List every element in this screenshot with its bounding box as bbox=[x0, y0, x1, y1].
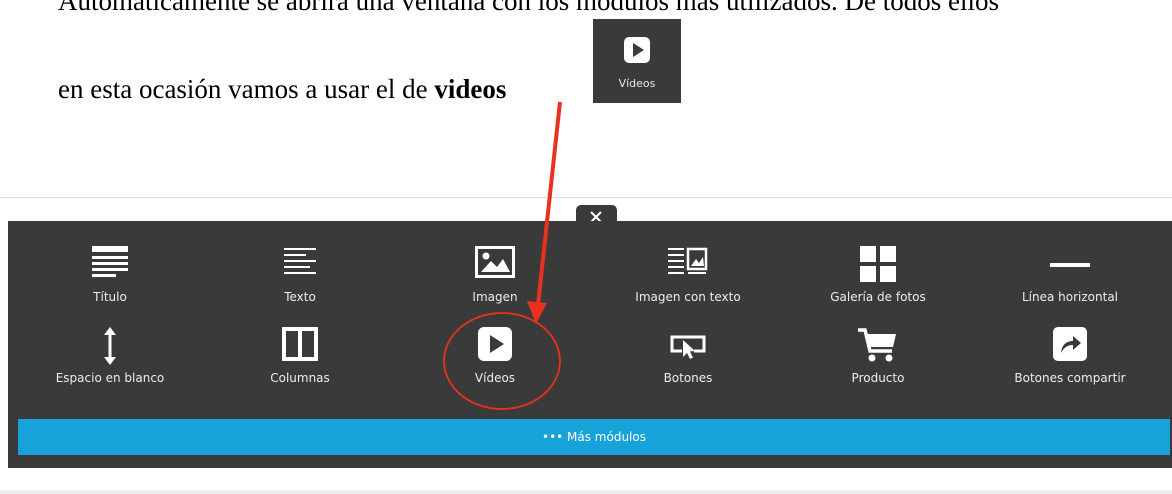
module-videos[interactable]: Vídeos bbox=[415, 327, 575, 387]
share-icon bbox=[1053, 327, 1087, 361]
module-columnas[interactable]: Columnas bbox=[220, 327, 380, 387]
document-text: en esta ocasión vamos a usar el de bbox=[58, 74, 435, 104]
columns-icon bbox=[282, 327, 318, 361]
title-icon bbox=[92, 246, 128, 277]
gallery-icon bbox=[860, 246, 896, 282]
document-text-line-2: en esta ocasión vamos a usar el de video… bbox=[58, 74, 506, 105]
text-icon bbox=[284, 248, 316, 274]
module-texto[interactable]: Texto bbox=[220, 246, 380, 306]
module-espacio-en-blanco[interactable]: Espacio en blanco bbox=[30, 327, 190, 387]
image-with-text-icon bbox=[668, 247, 708, 274]
vertical-space-icon bbox=[104, 327, 116, 365]
module-linea-horizontal[interactable]: Línea horizontal bbox=[990, 246, 1150, 306]
module-label: Texto bbox=[284, 290, 316, 304]
module-label: Botones bbox=[663, 371, 713, 385]
module-botones[interactable]: Botones bbox=[608, 327, 768, 387]
videos-tile-image: Vídeos bbox=[593, 19, 681, 103]
module-label: Galería de fotos bbox=[830, 290, 926, 304]
module-imagen-con-texto[interactable]: Imagen con texto bbox=[608, 246, 768, 306]
module-label: Vídeos bbox=[474, 371, 516, 385]
module-label: Línea horizontal bbox=[1021, 290, 1119, 304]
document-text-line-1: Automaticamente se abrirá una ventana co… bbox=[58, 0, 1000, 16]
modules-panel: Título Texto Imagen Imagen con texto Gal… bbox=[8, 221, 1172, 468]
module-imagen[interactable]: Imagen bbox=[415, 246, 575, 306]
button-cursor-icon bbox=[670, 335, 706, 359]
document-bold-word: videos bbox=[434, 74, 507, 104]
module-titulo[interactable]: Título bbox=[30, 246, 190, 306]
play-icon bbox=[624, 37, 650, 63]
image-icon bbox=[475, 246, 515, 278]
module-label: Columnas bbox=[270, 371, 330, 385]
module-label: Título bbox=[93, 290, 127, 304]
module-botones-compartir[interactable]: Botones compartir bbox=[990, 327, 1150, 387]
more-modules-button[interactable]: ••• Más módulos bbox=[18, 419, 1170, 455]
divider-top bbox=[0, 197, 1172, 198]
module-galeria-de-fotos[interactable]: Galería de fotos bbox=[798, 246, 958, 306]
divider-bottom bbox=[0, 490, 1172, 494]
module-label: Imagen con texto bbox=[635, 290, 741, 304]
module-label: Producto bbox=[851, 371, 905, 385]
module-label: Imagen bbox=[472, 290, 518, 304]
module-producto[interactable]: Producto bbox=[798, 327, 958, 387]
videos-tile-label: Vídeos bbox=[618, 77, 656, 90]
play-icon bbox=[478, 327, 512, 361]
module-label: Botones compartir bbox=[1014, 371, 1126, 385]
horizontal-line-icon bbox=[1050, 263, 1090, 267]
cart-icon bbox=[858, 328, 896, 362]
module-label: Espacio en blanco bbox=[55, 371, 165, 385]
